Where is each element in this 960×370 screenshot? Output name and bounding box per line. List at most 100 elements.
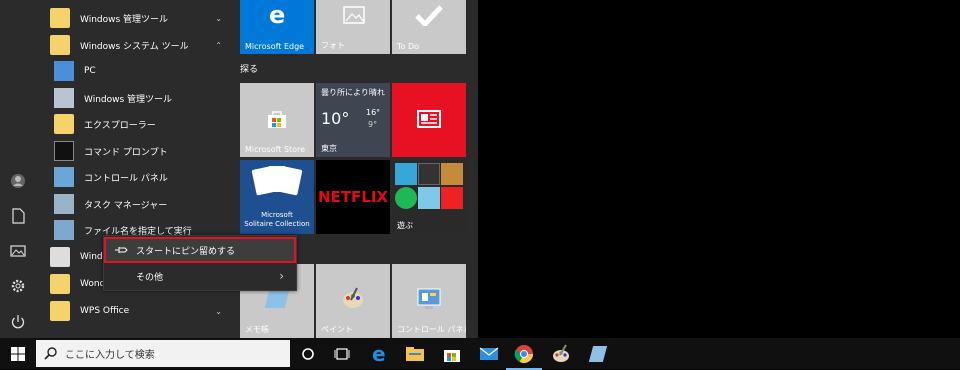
app-folder-windows-system-tools[interactable]: Windows システム ツール ⌃ [36,32,234,58]
windows-logo-icon [11,347,25,361]
taskbar: ここに入力して検索 e [0,338,960,370]
mail-icon [479,347,499,360]
tile-microsoft-store[interactable]: Microsoft Store [240,83,314,157]
control-panel-icon [417,288,441,309]
app-label: タスク マネージャー [84,200,168,211]
notepad-icon [588,346,608,362]
chevron-up-icon: ⌃ [215,40,222,50]
taskbar-file-explorer[interactable] [403,342,427,366]
more-menu-item[interactable]: その他 › [104,263,296,289]
tile-netflix[interactable]: NETFLIX [316,160,390,234]
tile-label: 東京 [321,144,337,153]
dolby-icon [418,163,440,185]
tile-label: To Do [397,42,420,51]
tile-label: 遊ぶ [397,221,413,230]
pin-to-start-menu-item[interactable]: スタートにピン留めする [104,237,296,263]
app-pc[interactable]: PC [36,58,234,84]
game-icon [395,163,417,185]
start-button[interactable] [6,342,30,366]
task-manager-icon [54,194,74,214]
chevron-right-icon: › [279,269,284,283]
search-placeholder: ここに入力して検索 [65,350,155,361]
app-command-prompt[interactable]: コマンド プロンプト [36,138,234,164]
tile-label: ペイント [321,325,353,334]
paint-palette-icon [343,287,363,308]
taskbar-mail[interactable] [477,342,501,366]
pin-icon [115,247,128,253]
taskbar-edge[interactable]: e [369,342,393,366]
weather-temperature: 10° [321,109,350,128]
app-control-panel[interactable]: コントロール パネル [36,164,234,190]
tile-paint[interactable]: ペイント [316,264,390,338]
user-avatar-icon[interactable] [8,171,28,191]
svg-text:e: e [269,4,285,26]
tile-news[interactable] [392,83,466,157]
taskbar-chrome[interactable] [506,342,542,370]
tile-label-line2: Solitaire Collection [244,220,310,228]
tile-label-line1: Microsoft [261,211,293,219]
weather-low: 9° [368,120,378,129]
documents-icon[interactable] [8,206,28,226]
paint-palette-icon [553,344,569,362]
tile-label: Microsoft Store [245,145,306,154]
photos-icon [343,6,365,24]
run-icon [54,220,74,240]
settings-gear-icon[interactable] [8,276,28,296]
taskbar-notepad[interactable] [586,342,610,366]
folder-icon [50,274,70,294]
task-view-icon [334,348,350,360]
taskbar-paint[interactable] [549,342,573,366]
game-icon [418,187,440,209]
app-folder-windows-admin-tools[interactable]: Windows 管理ツール ⌄ [36,5,234,31]
taskbar-search-box[interactable]: ここに入力して検索 [36,340,290,367]
chevron-down-icon: ⌄ [215,13,222,23]
app-folder-wps-office[interactable]: WPS Office ⌄ [36,298,234,324]
context-menu: スタートにピン留めする その他 › [103,235,297,291]
search-icon [44,347,57,360]
app-task-manager[interactable]: タスク マネージャー [36,191,234,217]
folder-icon [50,8,70,28]
weather-condition: 曇り所により晴れ [321,88,385,97]
weather-high: 16° [366,108,381,117]
task-view-button[interactable] [330,342,354,366]
app-explorer[interactable]: エクスプローラー [36,111,234,137]
tile-microsoft-edge[interactable]: e Microsoft Edge [240,0,314,54]
news-icon [417,110,441,128]
card-icon [279,166,303,196]
tile-solitaire[interactable]: Microsoft Solitaire Collection [240,160,314,234]
notepad-icon [264,290,290,308]
cortana-button[interactable] [296,342,320,366]
edge-icon: e [269,4,285,26]
roblox-icon [441,187,463,209]
tile-todo[interactable]: To Do [392,0,466,54]
app-label: Windows システム ツール [80,41,189,52]
tile-label: コントロール パネル [397,325,466,334]
menu-item-label: スタートにピン留めする [136,246,236,257]
pictures-icon[interactable] [8,241,28,261]
power-icon[interactable] [8,312,28,332]
store-bag-icon [444,350,460,362]
taskbar-store[interactable] [440,342,464,366]
app-windows-admin-tools[interactable]: Windows 管理ツール [36,85,234,111]
svg-text:e: e [372,344,386,364]
command-prompt-icon [54,141,74,161]
group-title-explore[interactable]: 探る [240,62,258,75]
chrome-icon [514,345,533,364]
chevron-down-icon: ⌄ [215,306,222,316]
app-label: Windows 管理ツール [80,14,169,25]
start-rail [0,0,36,338]
tile-photos[interactable]: フォト [316,0,390,54]
tile-control-panel[interactable]: コントロール パネル [392,264,466,338]
store-bag-icon [268,111,286,128]
folder-icon [50,35,70,55]
tile-play-folder[interactable]: 遊ぶ [392,160,466,234]
spotify-icon [395,187,417,209]
folder-icon [50,301,70,321]
checkmark-icon [415,5,443,26]
control-panel-icon [54,167,74,187]
app-label: コマンド プロンプト [84,147,168,158]
tile-label: メモ帳 [245,325,269,334]
game-icon [441,163,463,185]
cortana-circle-icon [302,348,314,360]
tile-weather[interactable]: 曇り所により晴れ 10° 16° 9° 東京 [316,83,390,157]
